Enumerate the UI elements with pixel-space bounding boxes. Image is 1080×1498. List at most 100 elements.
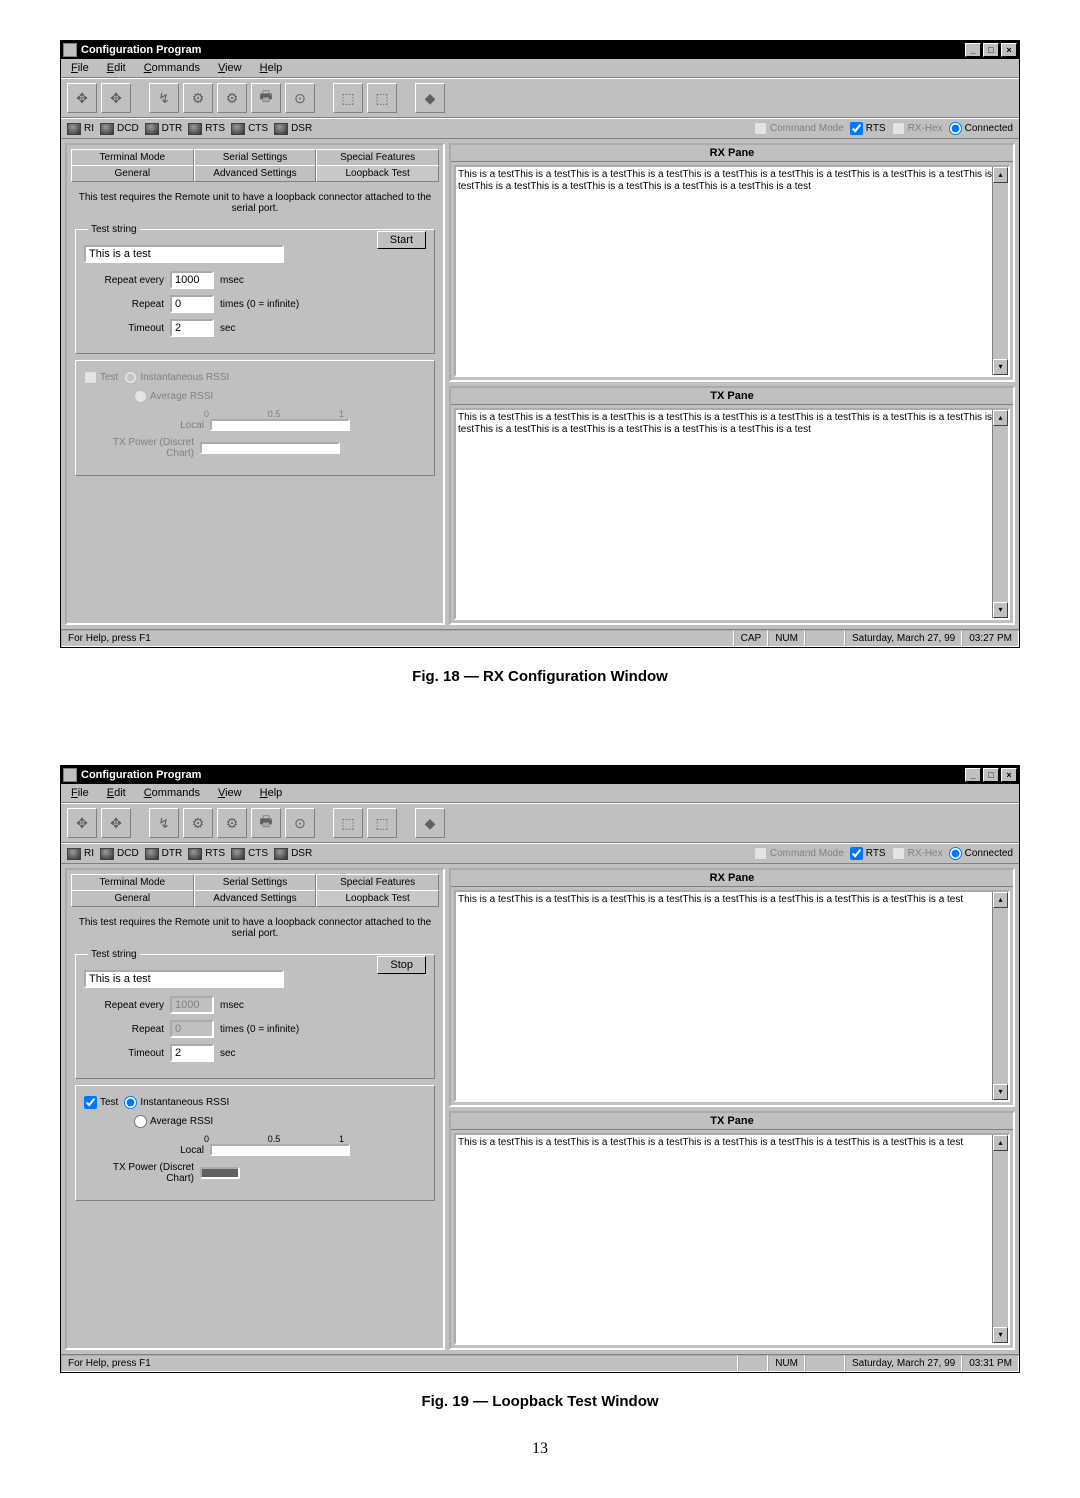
unit-times: times (0 = infinite) bbox=[220, 1024, 299, 1035]
radio-instantaneous-rssi[interactable]: Instantaneous RSSI bbox=[124, 1096, 229, 1109]
toolbar-btn-3[interactable]: ↯ bbox=[149, 83, 179, 113]
led-dcd bbox=[100, 123, 114, 135]
checkbox-rts[interactable]: RTS bbox=[850, 122, 886, 135]
toolbar-btn-5[interactable]: ⚙ bbox=[217, 83, 247, 113]
checkbox-rxhex[interactable]: RX-Hex bbox=[892, 122, 943, 135]
toolbar-btn-6[interactable]: 🖶 bbox=[251, 808, 281, 838]
checkbox-test[interactable]: Test bbox=[84, 1096, 118, 1109]
toolbar-btn-1[interactable]: ✥ bbox=[67, 808, 97, 838]
tab-loopback-test[interactable]: Loopback Test bbox=[316, 165, 439, 182]
menu-help[interactable]: Help bbox=[254, 61, 289, 75]
input-test-string[interactable] bbox=[84, 970, 284, 988]
menu-commands[interactable]: Commands bbox=[138, 61, 206, 75]
rx-scrollbar[interactable]: ▴ ▾ bbox=[992, 892, 1008, 1100]
menu-file[interactable]: File bbox=[65, 61, 95, 75]
tab-loopback-test[interactable]: Loopback Test bbox=[316, 890, 439, 907]
maximize-button[interactable]: □ bbox=[983, 43, 999, 57]
scroll-down-icon[interactable]: ▾ bbox=[993, 1327, 1008, 1343]
minimize-button[interactable]: _ bbox=[965, 43, 981, 57]
tab-special-features[interactable]: Special Features bbox=[316, 874, 439, 891]
tx-text: This is a testThis is a testThis is a te… bbox=[458, 1137, 963, 1148]
tx-pane-title: TX Pane bbox=[451, 388, 1013, 405]
scroll-down-icon[interactable]: ▾ bbox=[993, 1084, 1008, 1100]
scroll-up-icon[interactable]: ▴ bbox=[993, 410, 1008, 426]
menu-view[interactable]: View bbox=[212, 786, 248, 800]
label-dcd: DCD bbox=[117, 848, 139, 859]
start-button[interactable]: Start bbox=[377, 231, 426, 249]
scroll-up-icon[interactable]: ▴ bbox=[993, 167, 1008, 183]
led-ri bbox=[67, 123, 81, 135]
toolbar-btn-7[interactable]: ⊙ bbox=[285, 808, 315, 838]
checkbox-rxhex[interactable]: RX-Hex bbox=[892, 847, 943, 860]
tab-advanced-settings[interactable]: Advanced Settings bbox=[194, 165, 317, 182]
stop-button[interactable]: Stop bbox=[377, 956, 426, 974]
tab-advanced-settings[interactable]: Advanced Settings bbox=[194, 890, 317, 907]
minimize-button[interactable]: _ bbox=[965, 768, 981, 782]
right-panel: RX Pane This is a testThis is a testThis… bbox=[449, 143, 1015, 625]
scroll-down-icon[interactable]: ▾ bbox=[993, 359, 1008, 375]
content-area: Terminal Mode Serial Settings Special Fe… bbox=[61, 864, 1019, 1354]
menu-edit[interactable]: Edit bbox=[101, 61, 132, 75]
input-test-string[interactable] bbox=[84, 245, 284, 263]
input-timeout[interactable] bbox=[170, 1044, 214, 1062]
scroll-down-icon[interactable]: ▾ bbox=[993, 602, 1008, 618]
input-timeout[interactable] bbox=[170, 319, 214, 337]
app-title: Configuration Program bbox=[81, 44, 963, 56]
toolbar-btn-8[interactable]: ⬚ bbox=[333, 808, 363, 838]
toolbar-btn-7[interactable]: ⊙ bbox=[285, 83, 315, 113]
toolbar-btn-9[interactable]: ⬚ bbox=[367, 808, 397, 838]
toolbar-btn-1[interactable]: ✥ bbox=[67, 83, 97, 113]
menu-view[interactable]: View bbox=[212, 61, 248, 75]
meter-local bbox=[210, 419, 350, 431]
groupbox-test-string: Test string Stop Repeat every msec Repea… bbox=[75, 949, 435, 1079]
led-dtr bbox=[145, 123, 159, 135]
close-button[interactable]: × bbox=[1001, 768, 1017, 782]
scroll-up-icon[interactable]: ▴ bbox=[993, 892, 1008, 908]
menu-help[interactable]: Help bbox=[254, 786, 289, 800]
radio-connected[interactable]: Connected bbox=[949, 122, 1013, 135]
radio-connected[interactable]: Connected bbox=[949, 847, 1013, 860]
toolbar-btn-10[interactable]: ◆ bbox=[415, 808, 445, 838]
rx-scrollbar[interactable]: ▴ ▾ bbox=[992, 167, 1008, 375]
toolbar-btn-8[interactable]: ⬚ bbox=[333, 83, 363, 113]
scroll-up-icon[interactable]: ▴ bbox=[993, 1135, 1008, 1151]
checkbox-command-mode[interactable]: Command Mode bbox=[754, 847, 844, 860]
input-repeat-every[interactable] bbox=[170, 271, 214, 289]
toolbar-btn-2[interactable]: ✥ bbox=[101, 808, 131, 838]
radio-average-rssi[interactable]: Average RSSI bbox=[134, 1115, 213, 1128]
checkbox-rts[interactable]: RTS bbox=[850, 847, 886, 860]
menu-commands[interactable]: Commands bbox=[138, 786, 206, 800]
tab-serial-settings[interactable]: Serial Settings bbox=[194, 874, 317, 891]
rssi-scale-1: 1 bbox=[339, 1134, 344, 1144]
menu-file[interactable]: File bbox=[65, 786, 95, 800]
maximize-button[interactable]: □ bbox=[983, 768, 999, 782]
tab-terminal-mode[interactable]: Terminal Mode bbox=[71, 149, 194, 166]
label-timeout: Timeout bbox=[84, 323, 164, 334]
toolbar-btn-4[interactable]: ⚙ bbox=[183, 808, 213, 838]
label-dsr: DSR bbox=[291, 848, 312, 859]
tab-general[interactable]: General bbox=[71, 165, 194, 182]
led-rts bbox=[188, 848, 202, 860]
input-repeat[interactable] bbox=[170, 295, 214, 313]
tx-pane-body: This is a testThis is a testThis is a te… bbox=[454, 408, 1010, 620]
tab-general[interactable]: General bbox=[71, 890, 194, 907]
tab-special-features[interactable]: Special Features bbox=[316, 149, 439, 166]
indicator-row: RI DCD DTR RTS CTS DSR Command Mode RTS … bbox=[61, 118, 1019, 139]
tab-terminal-mode[interactable]: Terminal Mode bbox=[71, 874, 194, 891]
toolbar-btn-5[interactable]: ⚙ bbox=[217, 808, 247, 838]
tx-scrollbar[interactable]: ▴ ▾ bbox=[992, 1135, 1008, 1343]
tx-scrollbar[interactable]: ▴ ▾ bbox=[992, 410, 1008, 618]
toolbar-btn-6[interactable]: 🖶 bbox=[251, 83, 281, 113]
menu-edit[interactable]: Edit bbox=[101, 786, 132, 800]
checkbox-command-mode[interactable]: Command Mode bbox=[754, 122, 844, 135]
toolbar-btn-10[interactable]: ◆ bbox=[415, 83, 445, 113]
toolbar-btn-3[interactable]: ↯ bbox=[149, 808, 179, 838]
meter-txpower bbox=[200, 1167, 240, 1179]
close-button[interactable]: × bbox=[1001, 43, 1017, 57]
tx-pane: TX Pane This is a testThis is a testThis… bbox=[449, 1111, 1015, 1350]
toolbar-btn-9[interactable]: ⬚ bbox=[367, 83, 397, 113]
toolbar-btn-4[interactable]: ⚙ bbox=[183, 83, 213, 113]
toolbar-btn-2[interactable]: ✥ bbox=[101, 83, 131, 113]
unit-msec: msec bbox=[220, 1000, 244, 1011]
tab-serial-settings[interactable]: Serial Settings bbox=[194, 149, 317, 166]
